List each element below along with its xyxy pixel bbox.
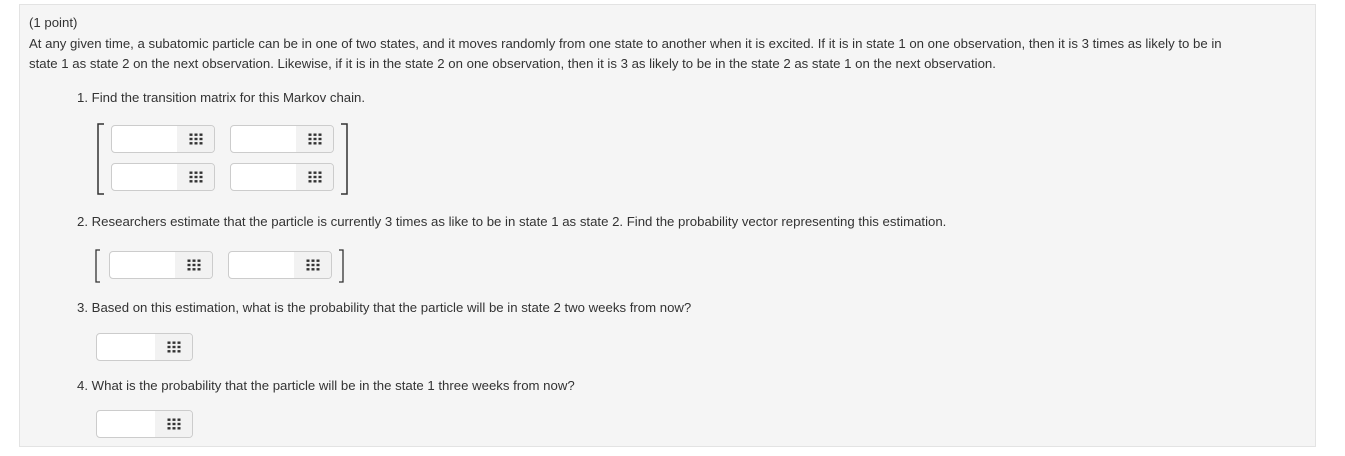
keypad-grid-icon (306, 259, 319, 271)
q3-answer (96, 333, 193, 361)
keypad-grid-icon (187, 259, 200, 271)
vector-entry-1-keypad-button[interactable] (175, 252, 212, 278)
vector-entry-1 (109, 251, 213, 279)
matrix-entry-2-2 (230, 163, 334, 191)
matrix-entry-1-2-keypad-button[interactable] (296, 126, 333, 152)
matrix-left-bracket (97, 123, 104, 195)
keypad-grid-icon (189, 171, 202, 183)
keypad-grid-icon (308, 171, 321, 183)
q3-answer-input[interactable] (97, 334, 155, 360)
question-3: 3. Based on this estimation, what is the… (77, 300, 692, 315)
q4-keypad-button[interactable] (155, 411, 192, 437)
vector-right-bracket (339, 249, 344, 283)
matrix-entry-1-1-input[interactable] (112, 126, 177, 152)
question-1: 1. Find the transition matrix for this M… (77, 90, 366, 105)
matrix-entry-1-2-input[interactable] (231, 126, 296, 152)
matrix-entry-1-1 (111, 125, 215, 153)
keypad-grid-icon (167, 418, 180, 430)
matrix-entry-1-2 (230, 125, 334, 153)
matrix-entry-2-2-keypad-button[interactable] (296, 164, 333, 190)
keypad-grid-icon (308, 133, 321, 145)
q4-answer (96, 410, 193, 438)
problem-text-line-2: state 1 as state 2 on the next observati… (29, 56, 996, 71)
q3-keypad-button[interactable] (155, 334, 192, 360)
question-4: 4. What is the probability that the part… (77, 378, 575, 393)
matrix-entry-2-1-keypad-button[interactable] (177, 164, 214, 190)
matrix-entry-1-1-keypad-button[interactable] (177, 126, 214, 152)
matrix-entry-2-2-input[interactable] (231, 164, 296, 190)
question-2: 2. Researchers estimate that the particl… (77, 214, 947, 229)
matrix-right-bracket (341, 123, 348, 195)
matrix-entry-2-1 (111, 163, 215, 191)
vector-entry-1-input[interactable] (110, 252, 175, 278)
problem-panel: (1 point) At any given time, a subatomic… (19, 4, 1316, 447)
matrix-entry-2-1-input[interactable] (112, 164, 177, 190)
vector-left-bracket (95, 249, 100, 283)
vector-entry-2 (228, 251, 332, 279)
problem-text-line-1: At any given time, a subatomic particle … (29, 36, 1222, 51)
vector-entry-2-keypad-button[interactable] (294, 252, 331, 278)
keypad-grid-icon (189, 133, 202, 145)
q4-answer-input[interactable] (97, 411, 155, 437)
vector-entry-2-input[interactable] (229, 252, 294, 278)
keypad-grid-icon (167, 341, 180, 353)
point-value: (1 point) (29, 15, 78, 30)
